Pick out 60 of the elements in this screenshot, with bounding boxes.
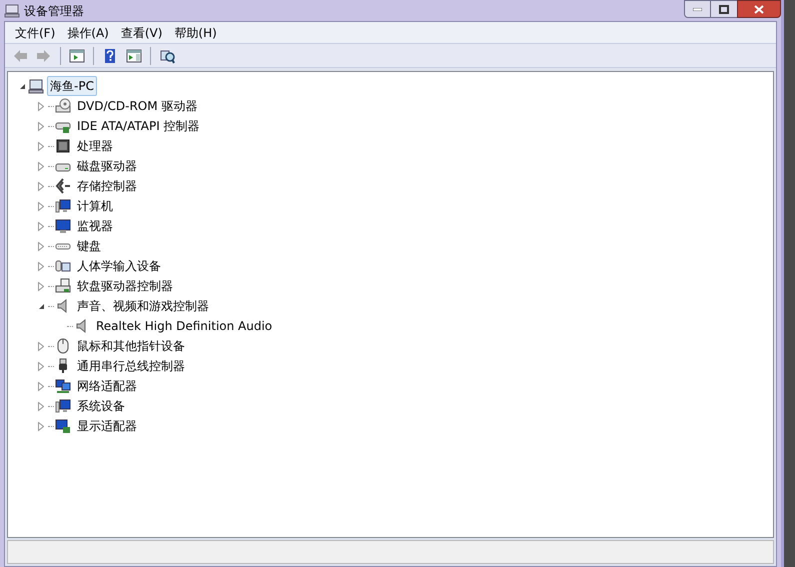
expand-arrow-icon[interactable]	[35, 160, 47, 172]
tree-item[interactable]: 磁盘驱动器	[74, 156, 140, 176]
tree-item[interactable]: Realtek High Definition Audio	[93, 316, 276, 336]
scan-hardware-icon	[159, 48, 175, 64]
menu-item[interactable]: 文件(F)	[9, 24, 62, 42]
tree-item[interactable]: 系统设备	[74, 396, 128, 416]
expand-arrow-icon[interactable]	[35, 340, 47, 352]
tree-item[interactable]: 人体学输入设备	[74, 256, 164, 276]
expand-arrow-icon[interactable]	[35, 240, 47, 252]
expand-arrow-icon[interactable]	[35, 180, 47, 192]
expand-arrow-icon[interactable]	[35, 120, 47, 132]
expand-arrow-icon[interactable]	[35, 200, 47, 212]
tree-item[interactable]: IDE ATA/ATAPI 控制器	[74, 116, 203, 136]
expand-arrow-icon[interactable]	[35, 100, 47, 112]
processor-chip-icon	[55, 138, 71, 154]
close-icon	[754, 4, 764, 14]
tree-item[interactable]: 通用串行总线控制器	[74, 356, 188, 376]
mouse-icon	[55, 338, 71, 354]
expand-arrow-icon[interactable]	[35, 380, 47, 392]
computer-icon	[28, 78, 44, 94]
action-pane-icon	[126, 48, 142, 64]
tree-item[interactable]: 鼠标和其他指针设备	[74, 336, 188, 356]
display-adapter-icon	[55, 418, 71, 434]
tree-item[interactable]: 存储控制器	[74, 176, 140, 196]
tree-item[interactable]: 计算机	[74, 196, 116, 216]
minimize-icon	[693, 8, 702, 10]
tree-item[interactable]: DVD/CD-ROM 驱动器	[74, 96, 200, 116]
menu-item[interactable]: 帮助(H)	[168, 24, 223, 42]
tree-item[interactable]: 显示适配器	[74, 416, 140, 436]
maximize-icon	[719, 4, 729, 14]
close-button[interactable]	[737, 0, 781, 18]
tree-item[interactable]: 网络适配器	[74, 376, 140, 396]
tree-item[interactable]: 键盘	[74, 236, 104, 256]
input-device-icon	[55, 258, 71, 274]
tree-item[interactable]: 处理器	[74, 136, 116, 156]
window-title: 设备管理器	[24, 2, 84, 20]
expand-arrow-icon[interactable]	[35, 360, 47, 372]
expand-arrow-icon[interactable]	[35, 260, 47, 272]
expand-arrow-icon[interactable]	[35, 140, 47, 152]
storage-controller-icon	[55, 178, 71, 194]
minimize-button[interactable]	[684, 0, 711, 18]
device-manager-icon	[4, 4, 20, 18]
tree-item[interactable]: 监视器	[74, 216, 116, 236]
floppy-controller-icon	[55, 278, 71, 294]
tree-item[interactable]: 海鱼-PC	[47, 76, 97, 96]
tree-item[interactable]: 声音、视频和游戏控制器	[74, 296, 212, 316]
back-arrow-icon	[12, 48, 28, 64]
menu-item[interactable]: 查看(V)	[114, 24, 168, 42]
expand-arrow-icon[interactable]	[35, 420, 47, 432]
help-icon	[102, 48, 118, 64]
expand-arrow-icon[interactable]	[35, 400, 47, 412]
console-tree-icon	[69, 48, 85, 64]
tree-item[interactable]: 软盘驱动器控制器	[74, 276, 176, 296]
expand-arrow-icon[interactable]	[35, 280, 47, 292]
disc-drive-icon	[55, 98, 71, 114]
forward-arrow-icon	[36, 48, 52, 64]
maximize-button[interactable]	[711, 0, 737, 18]
expand-arrow-icon[interactable]	[35, 220, 47, 232]
menu-item[interactable]: 操作(A)	[61, 24, 115, 42]
network-adapter-icon	[55, 378, 71, 394]
